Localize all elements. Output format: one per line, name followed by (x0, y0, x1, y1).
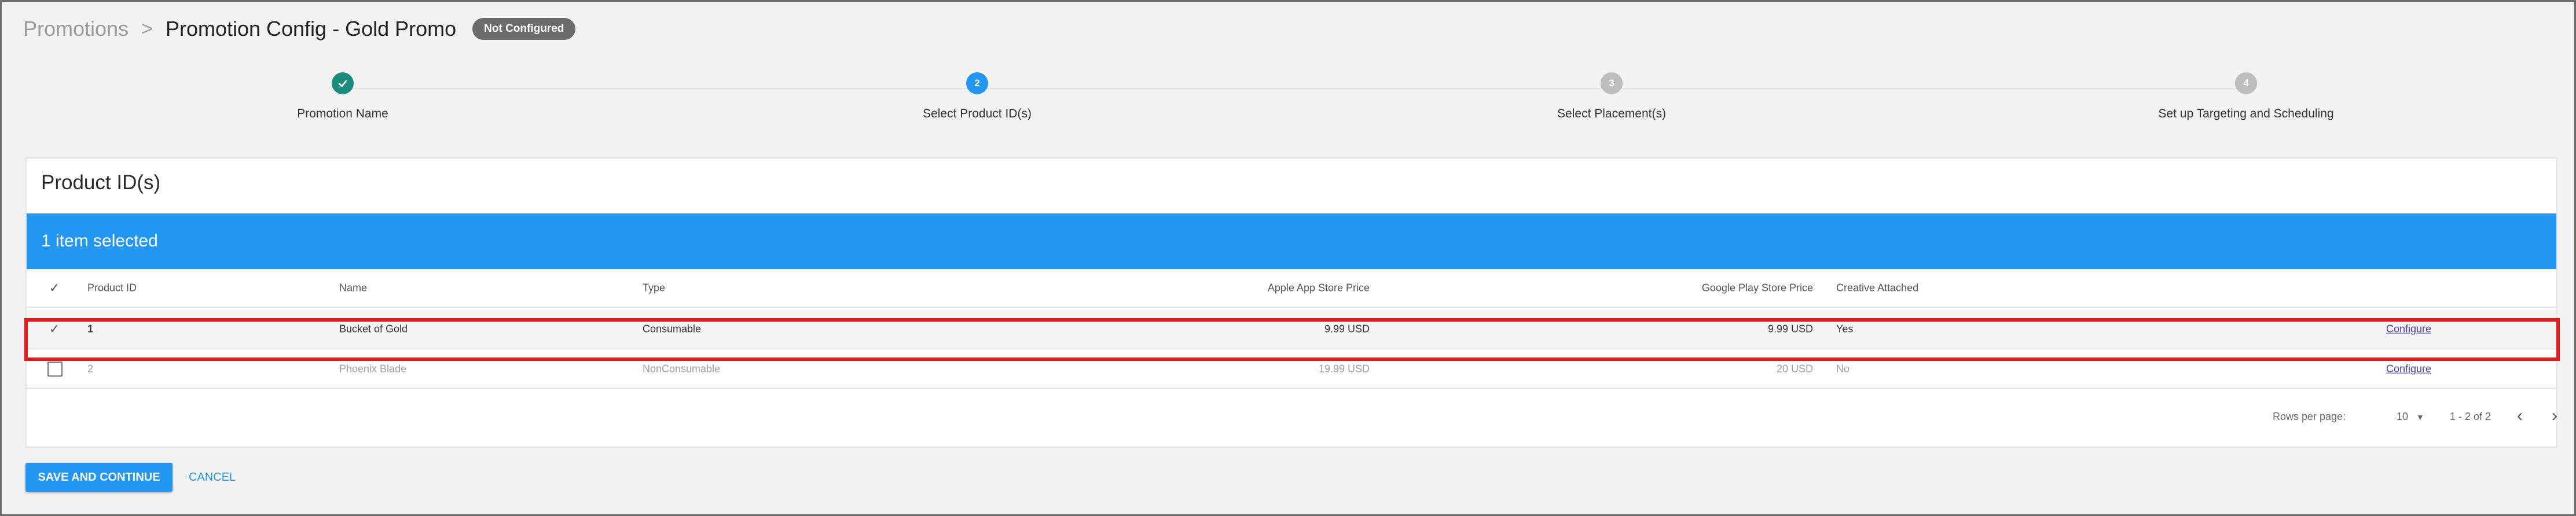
step-targeting-scheduling[interactable]: 4 Set up Targeting and Scheduling (1929, 72, 2563, 121)
creative-cell: Yes (1836, 323, 1854, 335)
card-title: Product ID(s) (41, 171, 161, 194)
chevron-right-icon[interactable]: › (2546, 406, 2563, 426)
type-cell: NonConsumable (643, 363, 721, 375)
pagination: Rows per page: 10 ▼ 1 - 2 of 2 ‹ › (27, 389, 2557, 447)
google-price-cell: 20 USD (1776, 363, 1813, 375)
table-header: ✓ Product ID Name Type Apple App Store P… (27, 270, 2556, 308)
rows-per-page-select[interactable]: 10 ▼ (2397, 411, 2424, 423)
breadcrumb-promotions-link[interactable]: Promotions (23, 17, 129, 41)
pagination-range: 1 - 2 of 2 (2450, 411, 2491, 422)
check-icon: ✓ (49, 281, 60, 295)
column-header-google-price[interactable]: Google Play Store Price (1416, 282, 1813, 294)
breadcrumb-separator: > (141, 17, 153, 40)
step-label: Select Placement(s) (1557, 107, 1666, 120)
product-id-cell: 2 (87, 363, 94, 375)
step-number: 2 (966, 72, 988, 94)
caret-down-icon: ▼ (2416, 412, 2424, 422)
column-header-type[interactable]: Type (643, 282, 665, 294)
step-select-product-ids[interactable]: 2 Select Product ID(s) (660, 72, 1294, 121)
step-select-placements[interactable]: 3 Select Placement(s) (1294, 72, 1929, 121)
step-number: 4 (2235, 72, 2257, 94)
apple-price-cell: 19.99 USD (1318, 363, 1370, 375)
check-icon (332, 72, 354, 94)
rows-per-page-value: 10 (2397, 411, 2409, 422)
google-price-cell: 9.99 USD (1767, 323, 1813, 335)
checkbox-empty-icon (47, 362, 63, 377)
rows-per-page-label: Rows per page: (2273, 411, 2346, 422)
chevron-left-icon[interactable]: ‹ (2511, 406, 2529, 426)
column-header-product-id[interactable]: Product ID (87, 282, 137, 294)
name-cell: Phoenix Blade (339, 363, 407, 375)
table-row[interactable]: 2 Phoenix Blade NonConsumable 19.99 USD … (27, 351, 2556, 389)
step-label: Select Product ID(s) (923, 107, 1032, 120)
step-label: Set up Targeting and Scheduling (2158, 107, 2334, 120)
column-header-name[interactable]: Name (339, 282, 367, 294)
type-cell: Consumable (643, 323, 702, 335)
configure-link[interactable]: Configure (2386, 363, 2431, 375)
save-and-continue-button[interactable]: SAVE AND CONTINUE (25, 463, 173, 492)
table-row[interactable]: ✓ 1 Bucket of Gold Consumable 9.99 USD 9… (27, 310, 2556, 349)
page-title: Promotion Config - Gold Promo (165, 17, 457, 40)
column-header-apple-price[interactable]: Apple App Store Price (953, 282, 1370, 294)
step-promotion-name[interactable]: Promotion Name (25, 72, 660, 121)
status-badge: Not Configured (472, 18, 576, 40)
configure-link[interactable]: Configure (2386, 323, 2431, 335)
cancel-button[interactable]: CANCEL (185, 463, 239, 492)
creative-cell: No (1836, 363, 1850, 375)
selection-count: 1 item selected (41, 231, 158, 250)
row-checkbox[interactable] (47, 362, 63, 377)
apple-price-cell: 9.99 USD (1324, 323, 1370, 335)
name-cell: Bucket of Gold (339, 323, 408, 335)
column-header-creative[interactable]: Creative Attached (1836, 282, 1918, 294)
select-all-checkbox[interactable]: ✓ (47, 281, 61, 295)
step-number: 3 (1601, 72, 1623, 94)
row-checkbox[interactable]: ✓ (47, 322, 61, 336)
product-id-cell: 1 (87, 323, 94, 335)
stepper: Promotion Name 2 Select Product ID(s) 3 … (25, 72, 2556, 136)
selection-bar: 1 item selected (27, 213, 2556, 269)
product-ids-card: Product ID(s) 1 item selected ✓ Product … (25, 157, 2557, 448)
breadcrumb: Promotions > Promotion Config - Gold Pro… (23, 12, 576, 46)
check-icon: ✓ (49, 322, 60, 336)
step-label: Promotion Name (297, 107, 388, 120)
